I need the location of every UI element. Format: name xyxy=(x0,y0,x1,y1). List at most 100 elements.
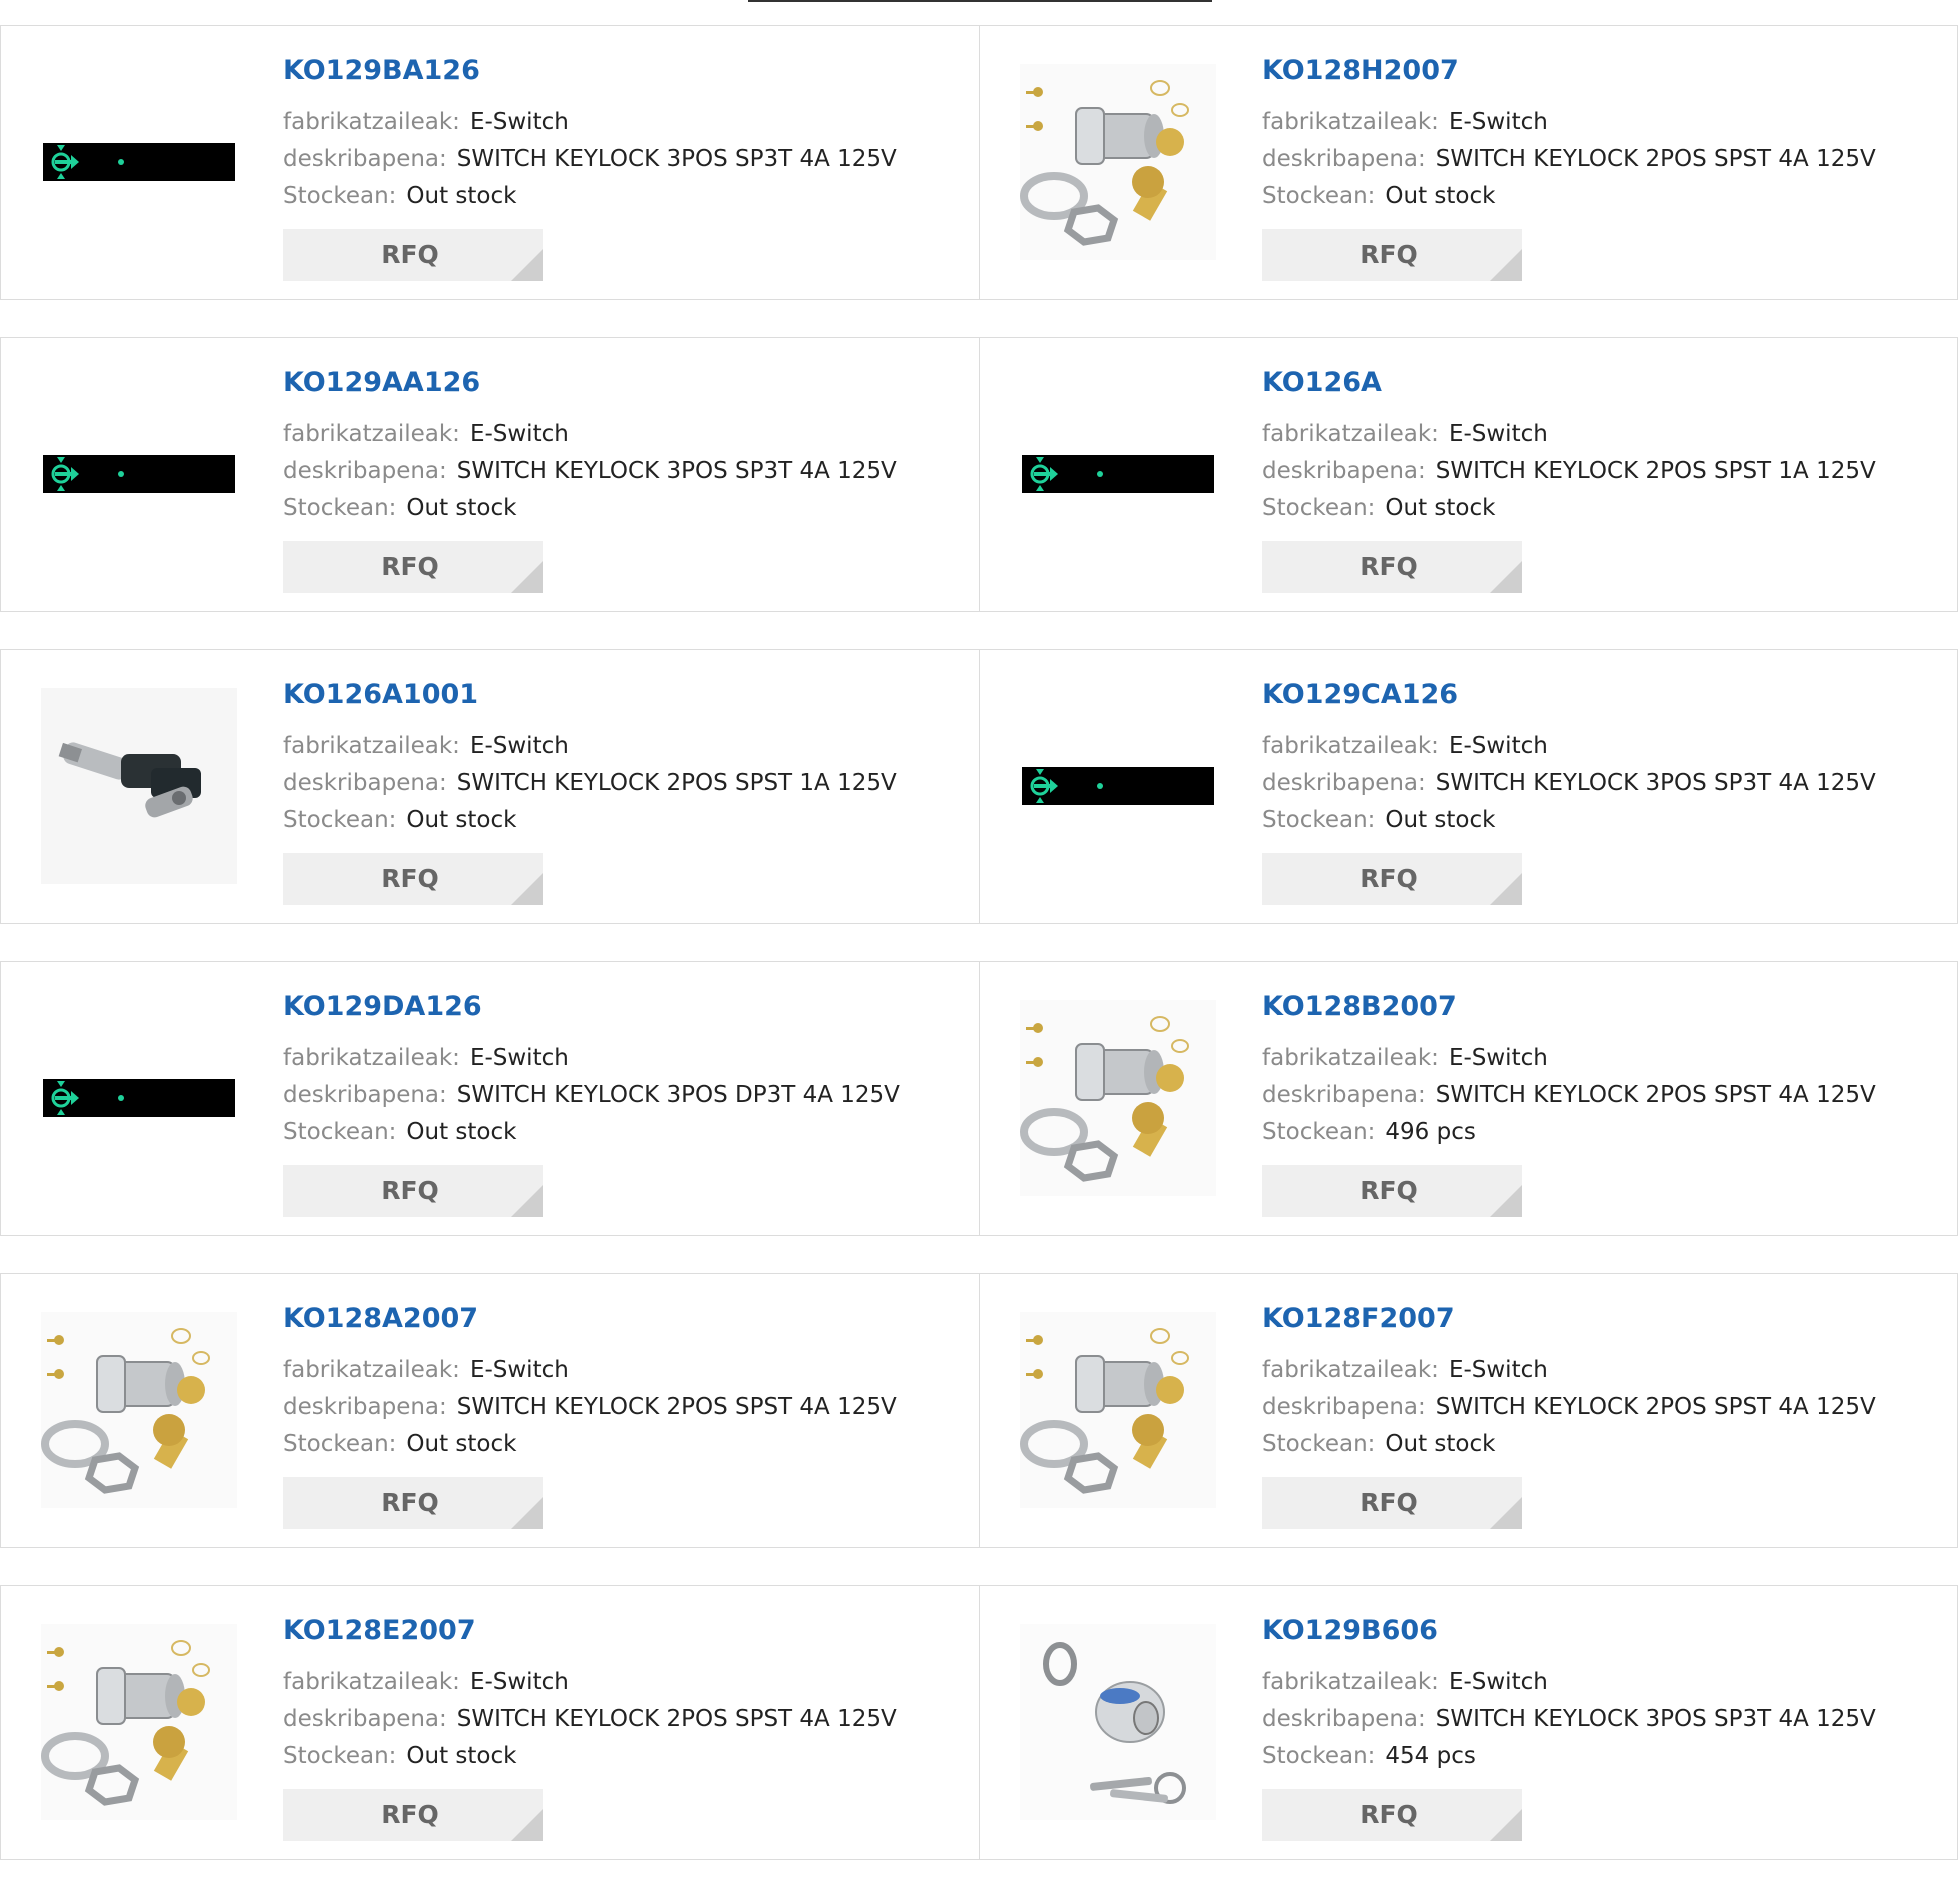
product-image[interactable] xyxy=(41,1312,237,1508)
rfq-label: RFQ xyxy=(1360,552,1418,581)
stock-value: Out stock xyxy=(1385,807,1496,833)
stock-label: Stockean: xyxy=(283,1119,397,1145)
part-number-link[interactable]: KO128E2007 xyxy=(283,1614,969,1648)
rfq-label: RFQ xyxy=(381,1488,439,1517)
part-number-link[interactable]: KO126A1001 xyxy=(283,678,969,712)
stock-line: Stockean: Out stock xyxy=(283,802,969,839)
rfq-button[interactable]: RFQ xyxy=(1262,1477,1522,1529)
part-number-link[interactable]: KO129B606 xyxy=(1262,1614,1947,1648)
rfq-button[interactable]: RFQ xyxy=(1262,853,1522,905)
product-info: KO129B606 fabrikatzaileak: E-Switch deskr… xyxy=(1262,1614,1947,1841)
description-line: deskribapena: SWITCH KEYLOCK 2POS SPST 4A… xyxy=(1262,141,1947,178)
manufacturer-line: fabrikatzaileak: E-Switch xyxy=(1262,728,1947,765)
stock-line: Stockean: Out stock xyxy=(283,178,969,215)
rfq-button[interactable]: RFQ xyxy=(283,1477,543,1529)
description-line: deskribapena: SWITCH KEYLOCK 2POS SPST 4A… xyxy=(283,1389,969,1426)
product-card: KO128E2007 fabrikatzaileak: E-Switch desk… xyxy=(1,1586,979,1859)
product-image[interactable] xyxy=(41,1624,237,1820)
stock-value: Out stock xyxy=(406,1743,517,1769)
manufacturer-line: fabrikatzaileak: E-Switch xyxy=(1262,1664,1947,1701)
keylock-kit-icon xyxy=(1020,64,1216,260)
product-image[interactable] xyxy=(1020,64,1216,260)
product-image[interactable] xyxy=(41,1000,237,1196)
rfq-button[interactable]: RFQ xyxy=(1262,541,1522,593)
description-label: deskribapena: xyxy=(283,1706,447,1732)
description-value: SWITCH KEYLOCK 2POS SPST 1A 125V xyxy=(1435,458,1876,484)
product-row: KO126A1001 fabrikatzaileak: E-Switch desk… xyxy=(0,649,1958,924)
stock-value: Out stock xyxy=(406,807,517,833)
product-image[interactable] xyxy=(1020,1000,1216,1196)
rfq-button[interactable]: RFQ xyxy=(283,1165,543,1217)
rfq-button[interactable]: RFQ xyxy=(283,1789,543,1841)
product-info: KO129DA126 fabrikatzaileak: E-Switch desk… xyxy=(283,990,969,1217)
rfq-button[interactable]: RFQ xyxy=(1262,1789,1522,1841)
rfq-button[interactable]: RFQ xyxy=(283,229,543,281)
description-value: SWITCH KEYLOCK 3POS SP3T 4A 125V xyxy=(456,146,897,172)
product-card: KO128A2007 fabrikatzaileak: E-Switch desk… xyxy=(1,1274,979,1547)
product-row: KO128A2007 fabrikatzaileak: E-Switch desk… xyxy=(0,1273,1958,1548)
stock-value: Out stock xyxy=(406,1431,517,1457)
part-number-link[interactable]: KO129BA126 xyxy=(283,54,969,88)
product-info: KO128F2007 fabrikatzaileak: E-Switch desk… xyxy=(1262,1302,1947,1529)
rfq-button[interactable]: RFQ xyxy=(283,541,543,593)
product-image[interactable] xyxy=(41,688,237,884)
description-label: deskribapena: xyxy=(283,146,447,172)
description-label: deskribapena: xyxy=(283,458,447,484)
rfq-button[interactable]: RFQ xyxy=(1262,1165,1522,1217)
part-number-link[interactable]: KO129DA126 xyxy=(283,990,969,1024)
product-info: KO126A1001 fabrikatzaileak: E-Switch desk… xyxy=(283,678,969,905)
part-number-link[interactable]: KO128F2007 xyxy=(1262,1302,1947,1336)
manufacturer-line: fabrikatzaileak: E-Switch xyxy=(283,1664,969,1701)
product-image[interactable] xyxy=(1020,1624,1216,1820)
product-image[interactable] xyxy=(1020,376,1216,572)
image-placeholder-icon xyxy=(1022,767,1214,805)
part-number-link[interactable]: KO129CA126 xyxy=(1262,678,1947,712)
stock-label: Stockean: xyxy=(283,807,397,833)
stock-line: Stockean: Out stock xyxy=(1262,802,1947,839)
keylock-kit-icon xyxy=(1020,1312,1216,1508)
product-card: KO129B606 fabrikatzaileak: E-Switch deskr… xyxy=(979,1586,1957,1859)
manufacturer-line: fabrikatzaileak: E-Switch xyxy=(283,104,969,141)
manufacturer-label: fabrikatzaileak: xyxy=(1262,1045,1439,1071)
manufacturer-label: fabrikatzaileak: xyxy=(1262,1357,1439,1383)
manufacturer-value: E-Switch xyxy=(469,421,569,447)
description-label: deskribapena: xyxy=(1262,1082,1426,1108)
product-info: KO129BA126 fabrikatzaileak: E-Switch desk… xyxy=(283,54,969,281)
part-number-link[interactable]: KO126A xyxy=(1262,366,1947,400)
stock-label: Stockean: xyxy=(283,495,397,521)
product-card: KO128F2007 fabrikatzaileak: E-Switch desk… xyxy=(979,1274,1957,1547)
product-image[interactable] xyxy=(41,64,237,260)
description-label: deskribapena: xyxy=(1262,770,1426,796)
manufacturer-value: E-Switch xyxy=(1448,109,1548,135)
part-number-link[interactable]: KO128H2007 xyxy=(1262,54,1947,88)
part-number-link[interactable]: KO128A2007 xyxy=(283,1302,969,1336)
manufacturer-line: fabrikatzaileak: E-Switch xyxy=(283,728,969,765)
manufacturer-line: fabrikatzaileak: E-Switch xyxy=(283,1352,969,1389)
tubular-lock-icon xyxy=(41,688,237,884)
rfq-label: RFQ xyxy=(381,240,439,269)
stock-line: Stockean: Out stock xyxy=(283,1738,969,1775)
description-label: deskribapena: xyxy=(283,770,447,796)
product-image[interactable] xyxy=(1020,1312,1216,1508)
corner-triangle-icon xyxy=(511,1809,543,1841)
description-label: deskribapena: xyxy=(1262,146,1426,172)
part-number-link[interactable]: KO129AA126 xyxy=(283,366,969,400)
product-card: KO128H2007 fabrikatzaileak: E-Switch desk… xyxy=(979,26,1957,299)
manufacturer-value: E-Switch xyxy=(1448,1669,1548,1695)
manufacturer-line: fabrikatzaileak: E-Switch xyxy=(283,1040,969,1077)
product-image[interactable] xyxy=(1020,688,1216,884)
stock-value: 454 pcs xyxy=(1385,1743,1476,1769)
stock-line: Stockean: Out stock xyxy=(283,1426,969,1463)
description-line: deskribapena: SWITCH KEYLOCK 2POS SPST 4A… xyxy=(1262,1077,1947,1114)
rfq-button[interactable]: RFQ xyxy=(283,853,543,905)
rfq-button[interactable]: RFQ xyxy=(1262,229,1522,281)
description-line: deskribapena: SWITCH KEYLOCK 2POS SPST 4A… xyxy=(1262,1389,1947,1426)
product-info: KO128H2007 fabrikatzaileak: E-Switch desk… xyxy=(1262,54,1947,281)
part-number-link[interactable]: KO128B2007 xyxy=(1262,990,1947,1024)
description-line: deskribapena: SWITCH KEYLOCK 2POS SPST 1A… xyxy=(1262,453,1947,490)
product-image[interactable] xyxy=(41,376,237,572)
stock-line: Stockean: Out stock xyxy=(283,1114,969,1151)
product-row: KO129DA126 fabrikatzaileak: E-Switch desk… xyxy=(0,961,1958,1236)
product-card: KO126A fabrikatzaileak: E-Switch deskriba… xyxy=(979,338,1957,611)
corner-triangle-icon xyxy=(511,1497,543,1529)
